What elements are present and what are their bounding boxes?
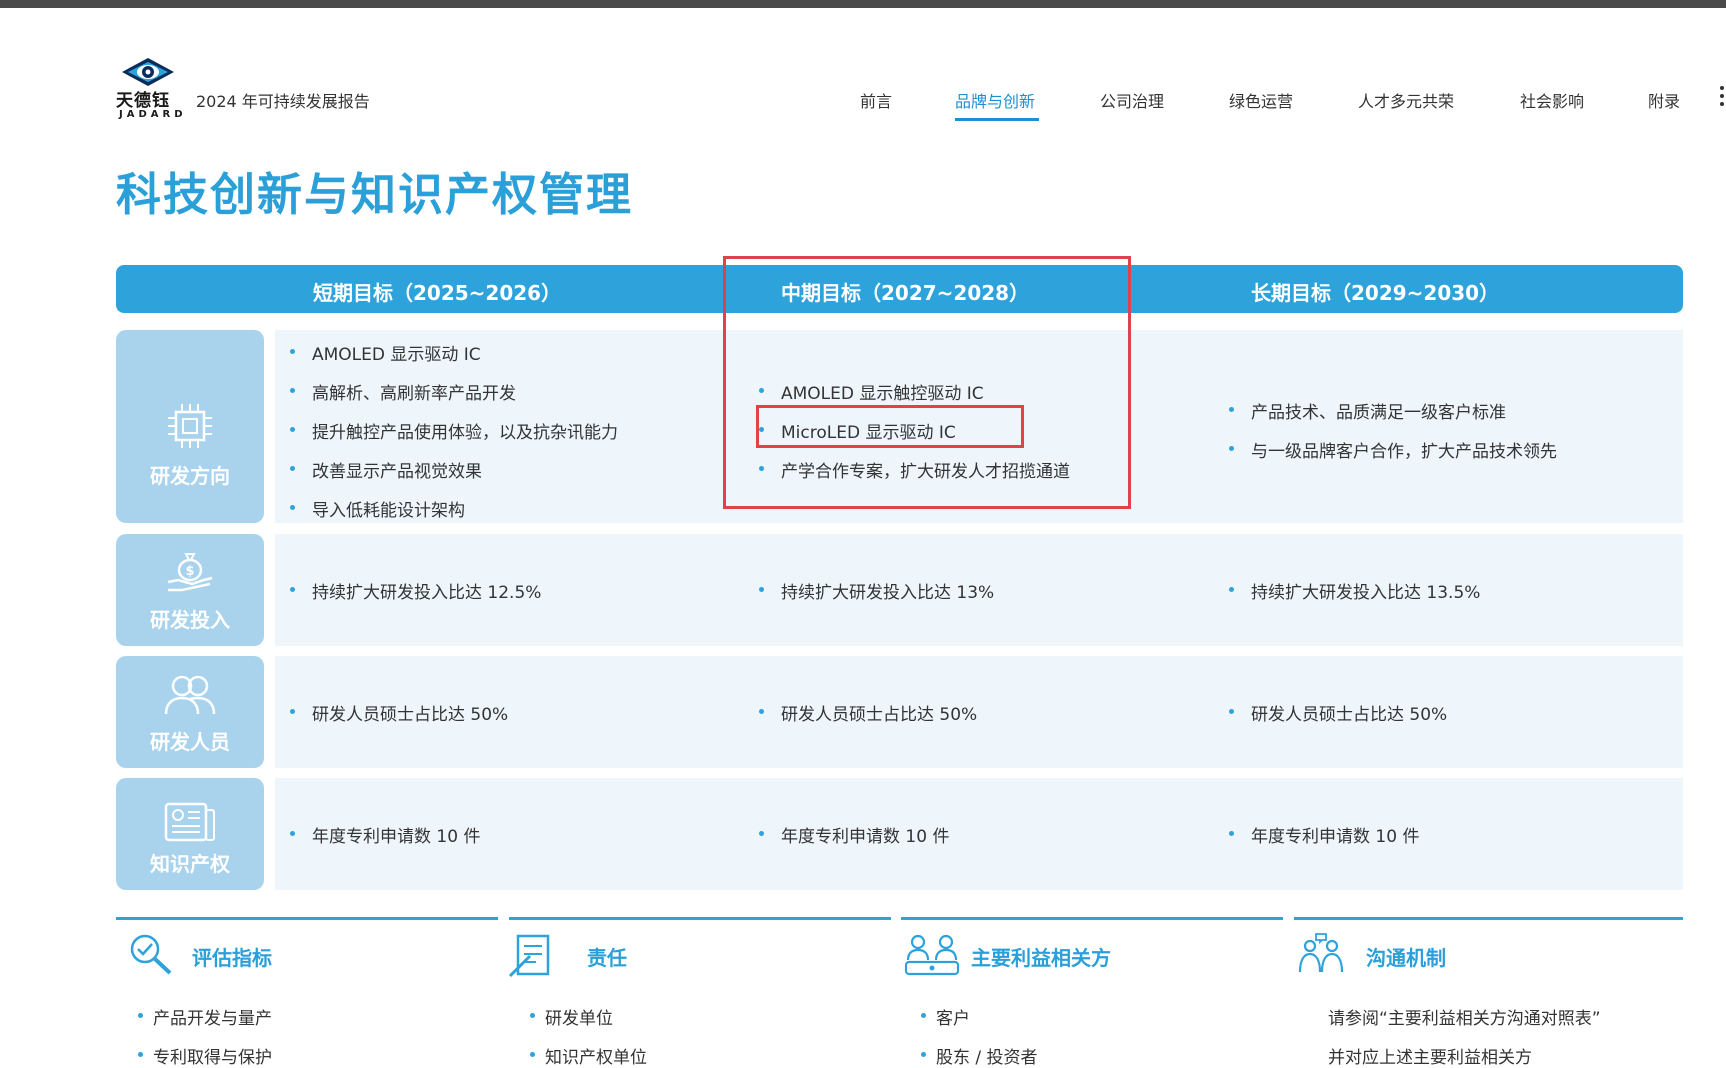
list-item: 请参阅“主要利益相关方沟通对照表” [1328, 1009, 1601, 1029]
list-item: 与一级品牌客户合作，扩大产品技术领先 [1229, 437, 1557, 462]
section-title-responsibility: 责任 [587, 946, 627, 970]
nav-item-brand-innovation[interactable]: 品牌与创新 [955, 88, 1035, 112]
nav-item-appendix[interactable]: 附录 [1648, 88, 1680, 112]
list-item: 研发人员硕士占比达 50% [758, 700, 977, 725]
document-icon [164, 802, 215, 842]
highlight-box-microled [756, 405, 1024, 448]
nav-item-social-impact[interactable]: 社会影响 [1520, 88, 1584, 112]
list-item: 产品开发与量产 [138, 1004, 272, 1029]
row-label-text: 知识产权 [150, 852, 230, 876]
list-item: 研发人员硕士占比达 50% [1228, 700, 1447, 725]
list-item: 年度专利申请数 10 件 [1228, 822, 1419, 847]
section-title-evaluation: 评估指标 [192, 946, 272, 970]
nav-item-governance[interactable]: 公司治理 [1100, 88, 1164, 112]
list-item: 研发人员硕士占比达 50% [289, 700, 508, 725]
list-item: 提升触控产品使用体验，以及抗杂讯能力 [290, 418, 618, 443]
window-top-bar [0, 0, 1726, 8]
row-body-ip: 年度专利申请数 10 件 年度专利申请数 10 件 年度专利申请数 10 件 [275, 778, 1683, 890]
section-divider [116, 917, 498, 920]
row-label-rd-personnel: 研发人员 [116, 656, 264, 768]
nav-item-green-operations[interactable]: 绿色运营 [1229, 88, 1293, 112]
list-item: 专利取得与保护 [138, 1043, 272, 1068]
row-label-ip: 知识产权 [116, 778, 264, 890]
list-item: 年度专利申请数 10 件 [289, 822, 480, 847]
list-item: 产品技术、品质满足一级客户标准 [1229, 398, 1506, 423]
list-item: 并对应上述主要利益相关方 [1328, 1048, 1532, 1068]
list-item: 股东 / 投资者 [921, 1043, 1038, 1068]
list-item: 客户 [921, 1004, 970, 1029]
section-divider [509, 917, 891, 920]
nav-item-preface[interactable]: 前言 [860, 88, 892, 112]
list-item: AMOLED 显示驱动 IC [290, 340, 481, 365]
list-item: 持续扩大研发投入比达 13.5% [1228, 578, 1480, 603]
stakeholders-icon [904, 934, 960, 976]
section-divider [901, 917, 1283, 920]
row-body-rd-investment: 持续扩大研发投入比达 12.5% 持续扩大研发投入比达 13% 持续扩大研发投入… [275, 534, 1683, 646]
money-bag-hand-icon: $ [167, 553, 213, 592]
page-title: 科技创新与知识产权管理 [116, 168, 634, 221]
section-title-communication: 沟通机制 [1366, 946, 1446, 970]
communication-icon [1298, 933, 1344, 973]
chip-icon [168, 404, 212, 448]
main-nav: 前言 品牌与创新 公司治理 绿色运营 人才多元共荣 社会影响 附录 [0, 88, 1726, 121]
list-item: 持续扩大研发投入比达 13% [758, 578, 994, 603]
more-menu-icon[interactable] [1716, 86, 1726, 110]
list-item: 改善显示产品视觉效果 [290, 457, 482, 482]
magnifier-check-icon [130, 934, 172, 975]
row-label-text: 研发人员 [150, 730, 230, 754]
section-title-stakeholders: 主要利益相关方 [971, 946, 1111, 970]
nav-item-talent[interactable]: 人才多元共荣 [1358, 88, 1454, 112]
nav-active-underline [955, 118, 1039, 121]
row-label-text: 研发方向 [150, 464, 230, 488]
column-header-long: 长期目标（2029~2030） [1251, 281, 1500, 305]
list-item: 年度专利申请数 10 件 [758, 822, 949, 847]
row-label-rd-direction: 研发方向 [116, 330, 264, 523]
people-icon [164, 675, 216, 715]
row-body-rd-personnel: 研发人员硕士占比达 50% 研发人员硕士占比达 50% 研发人员硕士占比达 50… [275, 656, 1683, 768]
clipboard-pen-icon [508, 934, 550, 978]
row-label-text: 研发投入 [150, 608, 230, 632]
svg-text:$: $ [185, 564, 194, 579]
list-item: 研发单位 [530, 1004, 613, 1029]
list-item: 知识产权单位 [530, 1043, 647, 1068]
column-header-short: 短期目标（2025~2026） [313, 281, 562, 305]
list-item: 高解析、高刷新率产品开发 [290, 379, 516, 404]
row-label-rd-investment: $ 研发投入 [116, 534, 264, 646]
highlight-box-mid-column [723, 256, 1131, 509]
list-item: 持续扩大研发投入比达 12.5% [289, 578, 541, 603]
list-item: 导入低耗能设计架构 [290, 496, 465, 521]
section-divider [1294, 917, 1683, 920]
